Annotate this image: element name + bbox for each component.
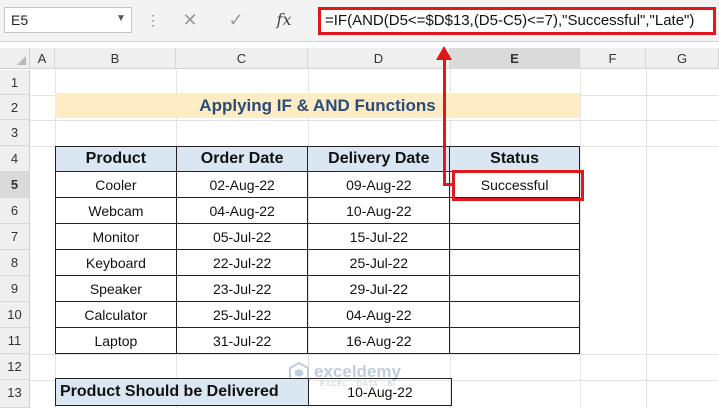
cell-order-date[interactable]: 23-Jul-22 bbox=[175, 275, 309, 302]
cell-status[interactable] bbox=[449, 197, 580, 224]
cell-product[interactable]: Laptop bbox=[55, 327, 177, 354]
cell-status[interactable] bbox=[449, 301, 580, 328]
cell-product[interactable]: Calculator bbox=[55, 301, 177, 328]
table-row: Speaker 23-Jul-22 29-Jul-22 bbox=[55, 275, 580, 302]
header-order-date[interactable]: Order Date bbox=[175, 146, 309, 172]
formula-buttons: ✕ ✓ fx bbox=[164, 7, 311, 33]
header-status[interactable]: Status bbox=[449, 146, 580, 172]
column-header-e[interactable]: E bbox=[450, 48, 580, 69]
row-header-3[interactable]: 3 bbox=[0, 120, 30, 146]
row-header-13[interactable]: 13 bbox=[0, 380, 30, 408]
cell-status[interactable] bbox=[449, 327, 580, 354]
insert-function-icon[interactable]: fx bbox=[264, 7, 304, 33]
cell-delivery-date[interactable]: 25-Jul-22 bbox=[307, 249, 451, 276]
column-header-b[interactable]: B bbox=[55, 48, 176, 69]
column-header-g[interactable]: G bbox=[646, 48, 719, 69]
row-header-8[interactable]: 8 bbox=[0, 250, 30, 276]
should-deliver-value[interactable]: 10-Aug-22 bbox=[308, 378, 452, 406]
cell-delivery-date[interactable]: 10-Aug-22 bbox=[307, 197, 451, 224]
name-box-dropdown-icon[interactable]: ▼ bbox=[114, 9, 128, 29]
column-header-d[interactable]: D bbox=[308, 48, 450, 69]
cell-status[interactable] bbox=[449, 223, 580, 250]
row-header-9[interactable]: 9 bbox=[0, 276, 30, 302]
row-header-10[interactable]: 10 bbox=[0, 302, 30, 328]
column-header-bar: A B C D E F G bbox=[30, 48, 719, 69]
row-header-4[interactable]: 4 bbox=[0, 146, 30, 172]
table-row: Monitor 05-Jul-22 15-Jul-22 bbox=[55, 223, 580, 250]
grid-line bbox=[30, 120, 719, 121]
cancel-icon[interactable]: ✕ bbox=[170, 7, 210, 33]
cell-order-date[interactable]: 25-Jul-22 bbox=[175, 301, 309, 328]
name-box[interactable]: E5 bbox=[4, 7, 132, 33]
row-header-7[interactable]: 7 bbox=[0, 224, 30, 250]
cell-order-date[interactable]: 02-Aug-22 bbox=[175, 171, 309, 198]
sheet-title[interactable]: Applying IF & AND Functions bbox=[55, 93, 580, 118]
cell-delivery-date[interactable]: 16-Aug-22 bbox=[307, 327, 451, 354]
row-header-2[interactable]: 2 bbox=[0, 95, 30, 120]
row-header-6[interactable]: 6 bbox=[0, 198, 30, 224]
formula-input[interactable]: =IF(AND(D5<=$D$13,(D5-C5)<=7),"Successfu… bbox=[318, 7, 716, 35]
table-row: Calculator 25-Jul-22 04-Aug-22 bbox=[55, 301, 580, 328]
select-all-corner[interactable] bbox=[0, 48, 30, 69]
table-row: Laptop 31-Jul-22 16-Aug-22 bbox=[55, 327, 580, 354]
table-row: Webcam 04-Aug-22 10-Aug-22 bbox=[55, 197, 580, 224]
cell-order-date[interactable]: 22-Jul-22 bbox=[175, 249, 309, 276]
cell-status[interactable] bbox=[449, 275, 580, 302]
cell-product[interactable]: Monitor bbox=[55, 223, 177, 250]
table-header-row: Product Order Date Delivery Date Status bbox=[55, 146, 580, 172]
should-deliver-label[interactable]: Product Should be Delivered bbox=[55, 378, 309, 406]
row-header-5[interactable]: 5 bbox=[0, 172, 30, 198]
row-header-1[interactable]: 1 bbox=[0, 70, 30, 95]
row-header-11[interactable]: 11 bbox=[0, 328, 30, 354]
enter-check-icon[interactable]: ✓ bbox=[216, 7, 256, 33]
annotation-arrow bbox=[443, 58, 446, 185]
table-row: Keyboard 22-Jul-22 25-Jul-22 bbox=[55, 249, 580, 276]
selected-cell-highlight bbox=[452, 170, 584, 201]
cell-product[interactable]: Keyboard bbox=[55, 249, 177, 276]
annotation-arrow-connector bbox=[443, 183, 455, 186]
cell-delivery-date[interactable]: 29-Jul-22 bbox=[307, 275, 451, 302]
column-header-a[interactable]: A bbox=[30, 48, 55, 69]
cell-delivery-date[interactable]: 09-Aug-22 bbox=[307, 171, 451, 198]
column-header-c[interactable]: C bbox=[176, 48, 308, 69]
column-header-f[interactable]: F bbox=[580, 48, 646, 69]
cell-product[interactable]: Webcam bbox=[55, 197, 177, 224]
grid-line bbox=[30, 354, 719, 355]
header-delivery-date[interactable]: Delivery Date bbox=[307, 146, 451, 172]
cell-status[interactable] bbox=[449, 249, 580, 276]
cell-delivery-date[interactable]: 15-Jul-22 bbox=[307, 223, 451, 250]
row-header-12[interactable]: 12 bbox=[0, 354, 30, 380]
vertical-dots-icon: ⋮ bbox=[146, 12, 160, 28]
cell-product[interactable]: Cooler bbox=[55, 171, 177, 198]
cell-order-date[interactable]: 31-Jul-22 bbox=[175, 327, 309, 354]
header-product[interactable]: Product bbox=[55, 146, 177, 172]
cell-product[interactable]: Speaker bbox=[55, 275, 177, 302]
cell-order-date[interactable]: 04-Aug-22 bbox=[175, 197, 309, 224]
cell-order-date[interactable]: 05-Jul-22 bbox=[175, 223, 309, 250]
cell-delivery-date[interactable]: 04-Aug-22 bbox=[307, 301, 451, 328]
